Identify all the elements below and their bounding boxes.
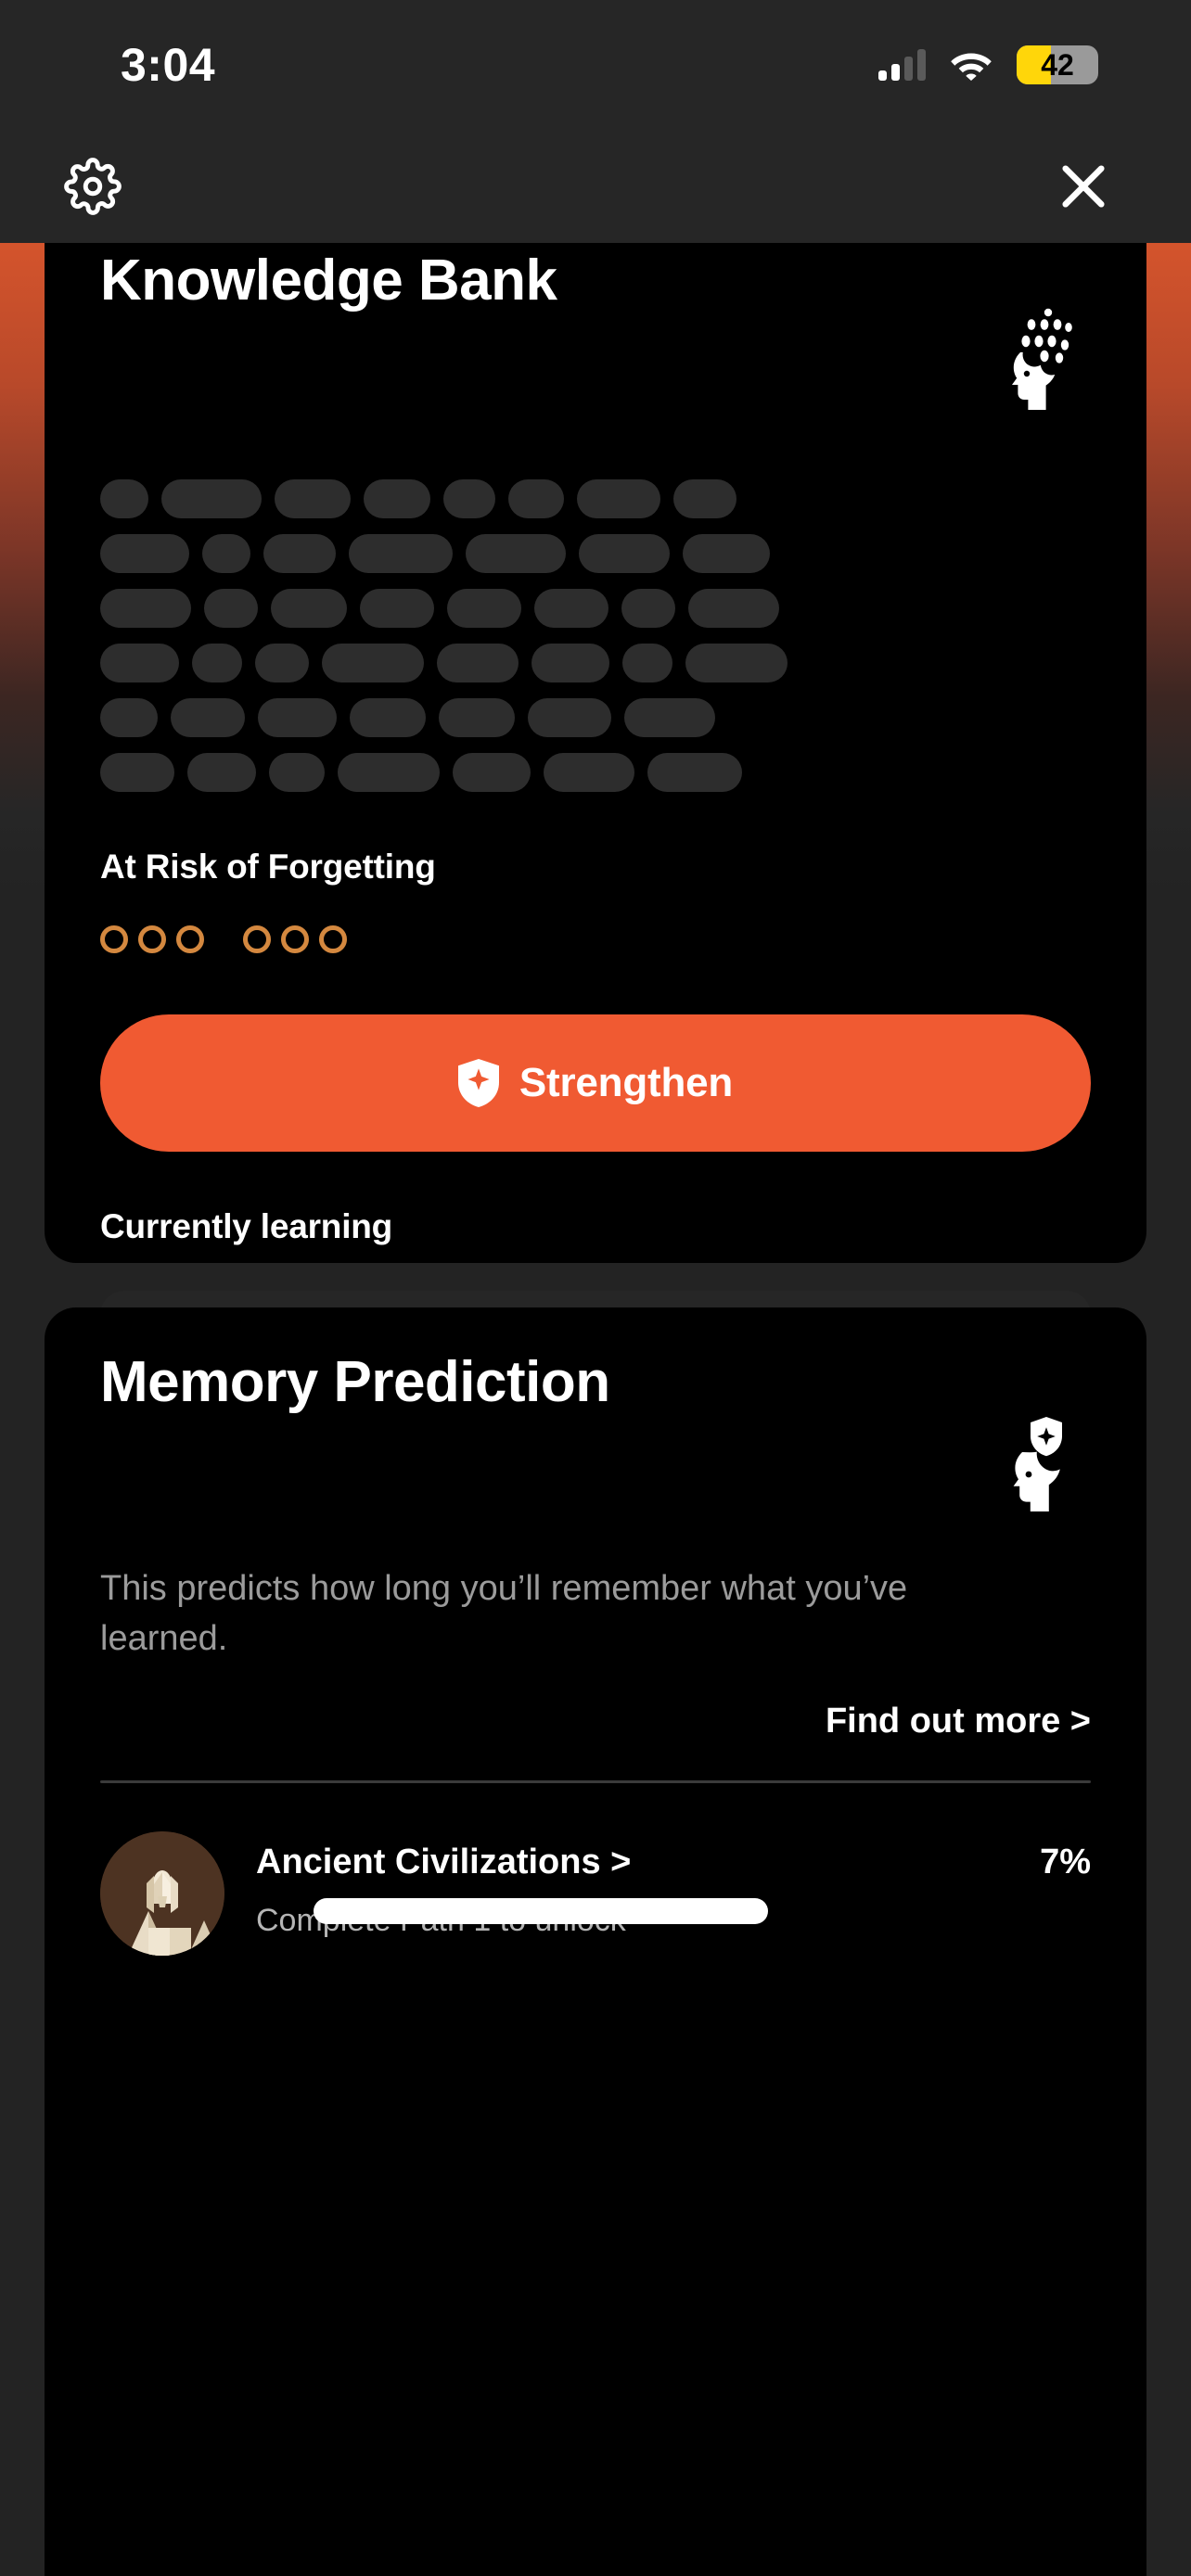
find-out-more-link[interactable]: Find out more > bbox=[100, 1702, 1091, 1741]
skeleton-pill bbox=[192, 644, 242, 682]
skeleton-pill bbox=[202, 534, 250, 573]
battery-level-text: 42 bbox=[1041, 48, 1074, 82]
prediction-item-body: Ancient Civilizations > 7% Complete Path… bbox=[256, 1831, 1091, 1939]
sphinx-pyramid-avatar bbox=[100, 1830, 224, 1956]
at-risk-ring-icon bbox=[176, 925, 204, 953]
skeleton-pill bbox=[531, 644, 609, 682]
skeleton-pill bbox=[349, 534, 453, 573]
status-time: 3:04 bbox=[121, 39, 216, 91]
skeleton-pill bbox=[187, 753, 256, 792]
status-bar: 3:04 42 bbox=[0, 0, 1191, 130]
skeleton-pill bbox=[100, 589, 191, 628]
skeleton-pill bbox=[622, 644, 672, 682]
skeleton-pill bbox=[621, 589, 675, 628]
skeleton-pill bbox=[360, 589, 434, 628]
skeleton-pill bbox=[443, 479, 495, 518]
skeleton-pill bbox=[322, 644, 424, 682]
at-risk-group bbox=[100, 925, 204, 953]
skeleton-pill bbox=[161, 479, 262, 518]
at-risk-ring-icon bbox=[243, 925, 271, 953]
navigation-bar bbox=[0, 130, 1191, 243]
at-risk-ring-icon bbox=[319, 925, 347, 953]
skeleton-pill bbox=[271, 589, 347, 628]
settings-button[interactable] bbox=[56, 149, 130, 223]
skeleton-pill bbox=[171, 698, 245, 737]
skeleton-pill bbox=[100, 644, 179, 682]
skeleton-pill bbox=[275, 479, 351, 518]
at-risk-group bbox=[243, 925, 347, 953]
prediction-list-item[interactable]: Ancient Civilizations > 7% Complete Path… bbox=[100, 1830, 1091, 1956]
prediction-progress-bar bbox=[314, 1897, 768, 1924]
prediction-item-header: Ancient Civilizations > 7% bbox=[256, 1843, 1091, 1882]
skeleton-pill bbox=[544, 753, 634, 792]
knowledge-bank-header: Knowledge Bank bbox=[100, 243, 1091, 414]
prediction-topic-link[interactable]: Ancient Civilizations > bbox=[256, 1843, 631, 1882]
phone-screen: 3:04 42 Knowledge Bank At Risk of Forget… bbox=[0, 0, 1191, 2576]
strengthen-button[interactable]: Strengthen bbox=[100, 1014, 1091, 1152]
skeleton-pill bbox=[204, 589, 258, 628]
wifi-icon bbox=[951, 53, 992, 81]
skeleton-pill bbox=[577, 479, 660, 518]
skeleton-pill bbox=[453, 753, 531, 792]
strengthen-button-label: Strengthen bbox=[519, 1060, 734, 1105]
skeleton-pill bbox=[683, 534, 770, 573]
skeleton-pill bbox=[100, 534, 189, 573]
divider bbox=[100, 1779, 1091, 1783]
skeleton-pill bbox=[350, 698, 426, 737]
cellular-signal-icon bbox=[878, 49, 926, 81]
memory-prediction-header: Memory Prediction bbox=[100, 1307, 1091, 1516]
skeleton-pill bbox=[528, 698, 611, 737]
knowledge-bank-card: Knowledge Bank At Risk of Forgetting Str… bbox=[45, 243, 1146, 1511]
scroll-content[interactable]: Knowledge Bank At Risk of Forgetting Str… bbox=[0, 243, 1191, 2576]
skeleton-pill bbox=[258, 698, 337, 737]
skeleton-row bbox=[100, 644, 1091, 682]
loading-skeleton bbox=[100, 479, 1091, 792]
close-button[interactable] bbox=[1046, 149, 1121, 223]
currently-learning-label: Currently learning bbox=[100, 1207, 393, 1245]
skeleton-row bbox=[100, 479, 1091, 518]
memory-prediction-description: This predicts how long you’ll remember w… bbox=[100, 1569, 908, 1658]
shield-sparkle-icon bbox=[457, 1059, 499, 1107]
skeleton-pill bbox=[508, 479, 564, 518]
skeleton-pill bbox=[534, 589, 608, 628]
gear-icon bbox=[64, 158, 122, 215]
skeleton-pill bbox=[269, 753, 325, 792]
skeleton-pill bbox=[439, 698, 515, 737]
memory-prediction-card: Memory Prediction This predicts how long… bbox=[45, 1307, 1146, 2576]
skeleton-pill bbox=[100, 753, 174, 792]
at-risk-label: At Risk of Forgetting bbox=[100, 848, 436, 886]
skeleton-pill bbox=[338, 753, 440, 792]
skeleton-pill bbox=[624, 698, 715, 737]
brain-head-idea-icon bbox=[991, 306, 1076, 414]
skeleton-pill bbox=[466, 534, 566, 573]
battery-icon: 42 bbox=[1017, 45, 1098, 84]
skeleton-pill bbox=[263, 534, 336, 573]
at-risk-ring-icon bbox=[138, 925, 166, 953]
skeleton-row bbox=[100, 534, 1091, 573]
skeleton-pill bbox=[688, 589, 779, 628]
skeleton-row bbox=[100, 753, 1091, 792]
prediction-percent: 7% bbox=[1040, 1842, 1091, 1881]
skeleton-pill bbox=[685, 644, 788, 682]
skeleton-row bbox=[100, 698, 1091, 737]
at-risk-ring-icon bbox=[281, 925, 309, 953]
skeleton-row bbox=[100, 589, 1091, 628]
skeleton-pill bbox=[437, 644, 519, 682]
at-risk-indicators bbox=[100, 925, 1091, 953]
skeleton-pill bbox=[673, 479, 736, 518]
at-risk-ring-icon bbox=[100, 925, 128, 953]
skeleton-pill bbox=[447, 589, 521, 628]
skeleton-pill bbox=[100, 698, 158, 737]
memory-prediction-title: Memory Prediction bbox=[100, 1350, 610, 1414]
page-title: Knowledge Bank bbox=[100, 249, 557, 312]
skeleton-pill bbox=[255, 644, 309, 682]
skeleton-pill bbox=[579, 534, 670, 573]
skeleton-pill bbox=[647, 753, 742, 792]
skeleton-pill bbox=[100, 479, 148, 518]
skeleton-pill bbox=[364, 479, 430, 518]
head-shield-sparkle-icon bbox=[991, 1408, 1076, 1516]
close-icon bbox=[1062, 165, 1105, 208]
status-indicators: 42 bbox=[878, 45, 1098, 84]
